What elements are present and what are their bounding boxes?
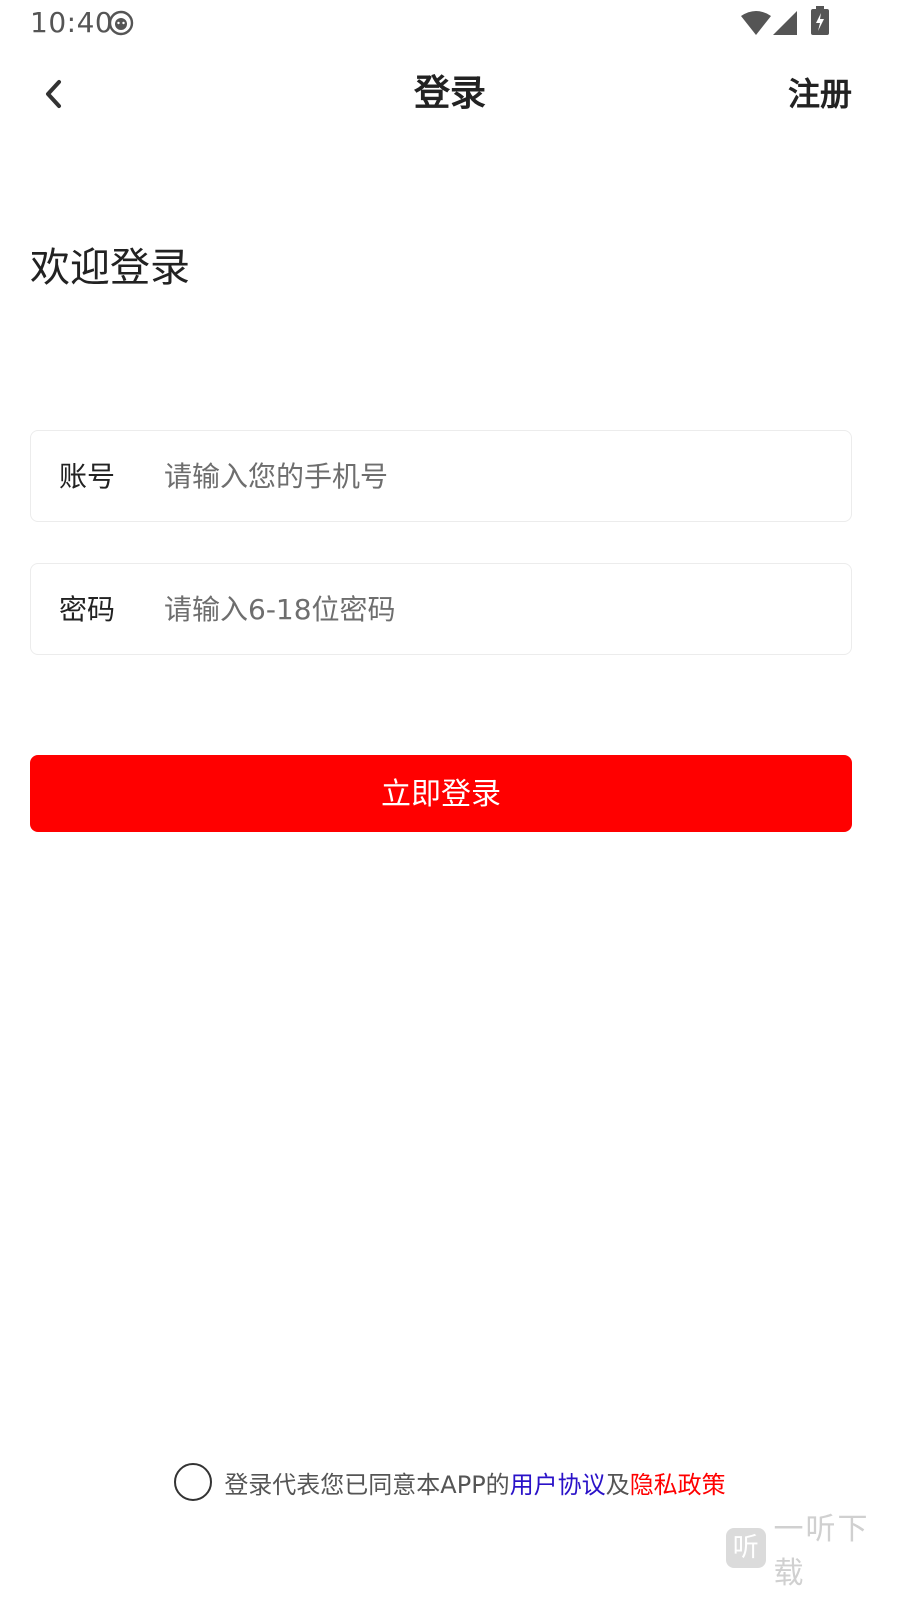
privacy-policy-link[interactable]: 隐私政策 bbox=[630, 1465, 726, 1500]
battery-charging-icon bbox=[811, 6, 829, 35]
signal-icon bbox=[773, 11, 797, 35]
login-button[interactable]: 立即登录 bbox=[30, 755, 852, 832]
cat-face-icon bbox=[108, 10, 134, 36]
password-label: 密码 bbox=[59, 593, 116, 626]
watermark: 听 一听下载 bbox=[726, 1512, 900, 1591]
agreement-row: 登录代表您已同意本APP的 用户协议及隐私政策 bbox=[0, 1460, 900, 1504]
status-time: 10:40 bbox=[30, 6, 114, 39]
agreement-conjunction: 及 bbox=[605, 1470, 630, 1499]
password-field: 密码 bbox=[30, 563, 852, 655]
chevron-left-icon bbox=[46, 80, 61, 108]
register-button[interactable]: 注册 bbox=[788, 70, 852, 118]
user-agreement-link[interactable]: 用户协议 bbox=[510, 1465, 606, 1500]
account-label: 账号 bbox=[59, 460, 116, 493]
wifi-icon bbox=[741, 11, 771, 35]
account-field: 账号 bbox=[30, 430, 852, 522]
page-title: 登录 bbox=[413, 73, 486, 114]
agree-checkbox[interactable] bbox=[174, 1463, 213, 1501]
back-button[interactable] bbox=[30, 70, 78, 118]
welcome-heading: 欢迎登录 bbox=[30, 245, 190, 291]
account-input[interactable] bbox=[164, 431, 824, 521]
watermark-logo-icon: 听 bbox=[726, 1528, 766, 1568]
watermark-text: 一听下载 bbox=[773, 1512, 870, 1591]
agreement-prefix: 登录代表您已同意本APP的 bbox=[224, 1470, 510, 1499]
password-input[interactable] bbox=[164, 564, 824, 654]
status-bar: 10:40 bbox=[0, 0, 900, 48]
